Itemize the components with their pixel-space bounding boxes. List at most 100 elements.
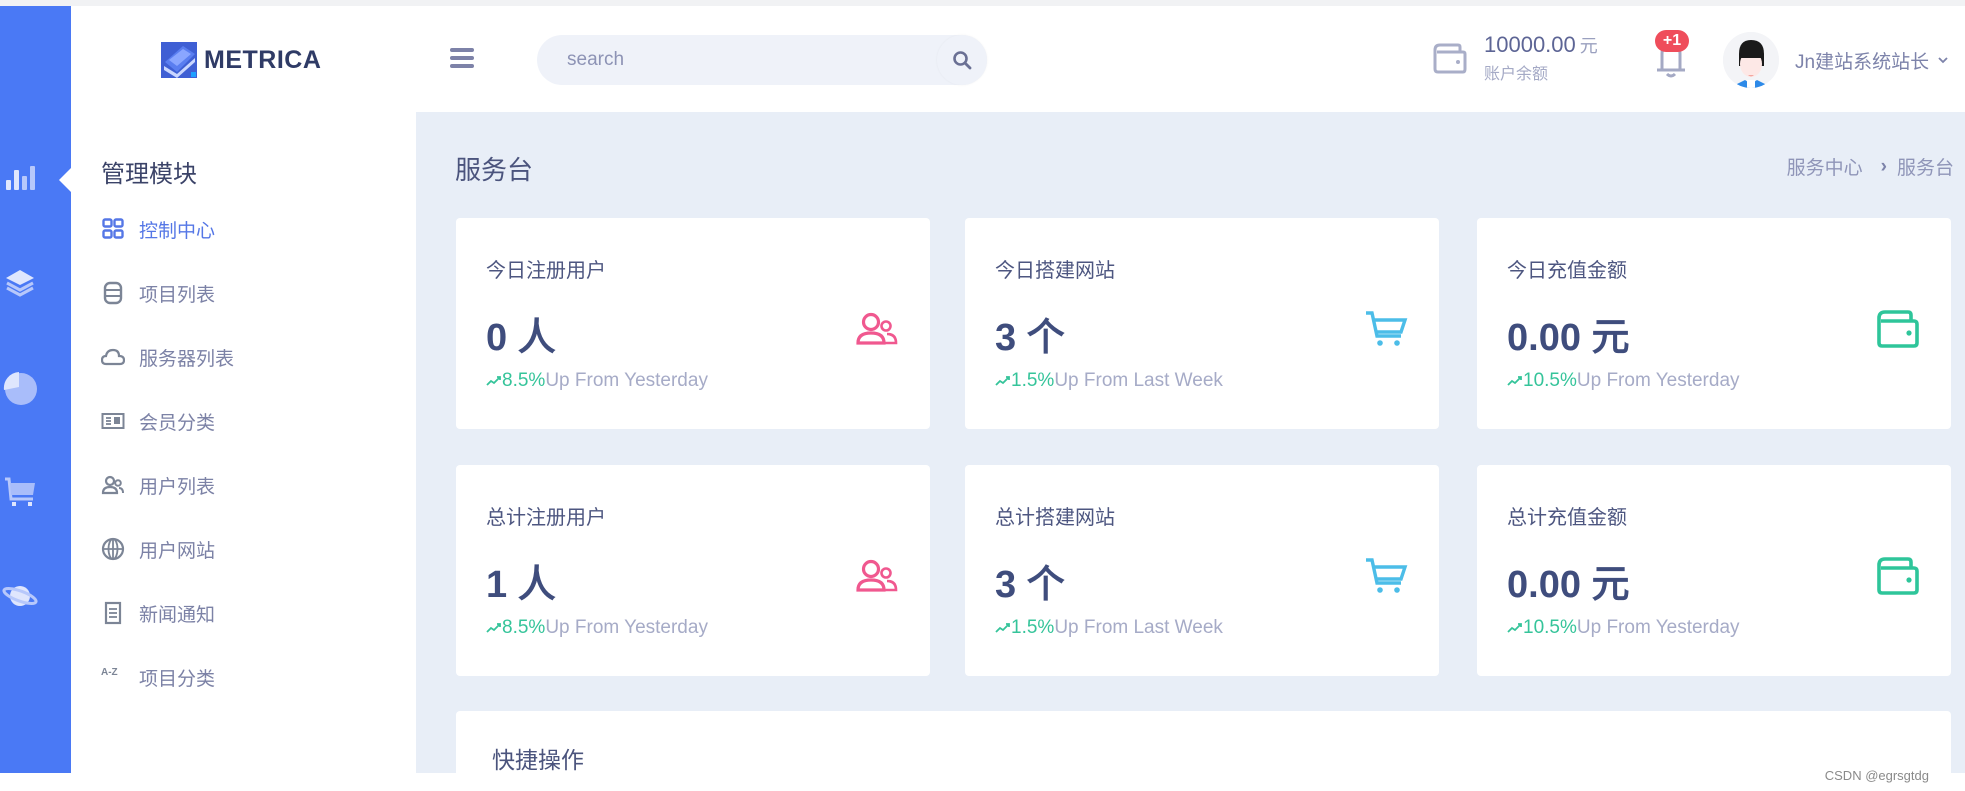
quick-actions-card: 快捷操作 CSDN @egrsgtdg [456,711,1951,791]
logo[interactable]: METRICA [161,42,321,78]
chevron-right-icon: › [1880,155,1887,177]
stat-card-today-recharge: 今日充值金额 0.00 元 10.5% Up From Yesterday [1477,218,1951,429]
search-input[interactable] [567,35,907,85]
id-card-icon [101,409,125,433]
menu-item-project-category[interactable]: A-Z 项目分类 [101,662,215,692]
stat-card-total-users: 总计注册用户 1 人 8.5% Up From Yesterday [456,465,930,676]
layers-icon[interactable] [0,262,40,302]
avatar [1723,32,1779,88]
database-icon [101,281,125,305]
menu-item-member-category[interactable]: 会员分类 [101,406,215,436]
card-title: 总计搭建网站 [995,507,1115,529]
document-icon [101,601,125,625]
laptop-logo-icon [161,42,197,78]
trend-percent: 8.5% [502,370,546,391]
watermark: CSDN @egrsgtdg [1824,768,1929,783]
search-bar [537,35,987,85]
card-value: 0.00 元 [1507,564,1630,606]
notification-badge: +1 [1655,30,1689,52]
module-menu: 管理模块 控制中心 项目列表 服务器列表 会员分类 用户列表 用户网站 新闻通知… [71,112,416,773]
svg-text:A-Z: A-Z [101,667,118,678]
menu-item-label: 服务器列表 [139,348,235,370]
wallet-icon [1433,43,1467,74]
stat-card-today-users: 今日注册用户 0 人 8.5% Up From Yesterday [456,218,930,429]
balance-amount: 10000.00 [1484,32,1576,57]
card-trend: 8.5% Up From Yesterday [486,370,708,392]
balance-unit: 元 [1579,36,1598,56]
trend-percent: 8.5% [502,617,546,638]
stat-card-total-recharge: 总计充值金额 0.00 元 10.5% Up From Yesterday [1477,465,1951,676]
card-title: 总计注册用户 [486,507,606,529]
card-value: 3 个 [995,317,1065,359]
card-value: 3 个 [995,564,1065,606]
menu-item-label: 新闻通知 [139,604,216,626]
cart-icon[interactable] [0,472,40,512]
account-balance[interactable]: 10000.00 元 账户余额 [1432,32,1598,84]
menu-item-project-list[interactable]: 项目列表 [101,278,215,308]
card-trend: 1.5% Up From Last Week [995,370,1223,392]
breadcrumb: 服务中心 › 服务台 [1787,153,1954,180]
trend-up-icon [1507,376,1522,386]
breadcrumb-current: 服务台 [1896,158,1954,179]
trend-up-icon [486,376,501,386]
card-title: 今日搭建网站 [995,260,1115,282]
user-menu[interactable]: Jn建站系统站长 [1723,32,1949,88]
notifications-button[interactable]: +1 [1651,30,1691,80]
brand-name: METRICA [204,45,322,74]
main-content: 服务台 服务中心 › 服务台 今日注册用户 0 人 8.5% Up From Ye… [416,112,1965,791]
balance-label: 账户余额 [1484,66,1549,83]
quick-actions-title: 快捷操作 [492,747,584,773]
card-title: 总计充值金额 [1507,507,1627,529]
trend-text: Up From Yesterday [1576,617,1740,638]
planet-icon[interactable] [0,576,40,616]
card-trend: 8.5% Up From Yesterday [486,617,708,639]
menu-item-news[interactable]: 新闻通知 [101,598,215,628]
card-trend: 10.5% Up From Yesterday [1507,617,1740,639]
menu-item-label: 项目列表 [139,284,216,306]
menu-item-user-list[interactable]: 用户列表 [101,470,215,500]
card-title: 今日注册用户 [486,260,606,282]
trend-percent: 1.5% [1011,617,1055,638]
trend-up-icon [995,376,1010,386]
stat-card-today-websites: 今日搭建网站 3 个 1.5% Up From Last Week [965,218,1439,429]
trend-percent: 10.5% [1523,370,1577,391]
menu-item-user-websites[interactable]: 用户网站 [101,534,215,564]
card-title: 今日充值金额 [1507,260,1627,282]
menu-item-label: 控制中心 [139,220,216,242]
search-button[interactable] [937,35,987,85]
stat-card-total-websites: 总计搭建网站 3 个 1.5% Up From Last Week [965,465,1439,676]
card-trend: 10.5% Up From Yesterday [1507,370,1740,392]
card-value: 0 人 [486,317,556,359]
globe-icon [101,537,125,561]
trend-up-icon [995,623,1010,633]
trend-text: Up From Last Week [1054,370,1223,391]
menu-item-server-list[interactable]: 服务器列表 [101,342,234,372]
users-icon [854,306,900,352]
menu-item-label: 用户网站 [139,540,216,562]
pie-chart-icon[interactable] [0,368,40,408]
grid-icon [101,217,125,241]
trend-up-icon [486,623,501,633]
menu-item-label: 会员分类 [139,412,216,434]
page-title: 服务台 [455,155,534,185]
users-icon [854,553,900,599]
bar-chart-icon[interactable] [0,156,40,196]
cloud-icon [101,345,125,369]
menu-item-dashboard[interactable]: 控制中心 [101,214,215,244]
a-z-sort-icon: A-Z [101,665,125,689]
trend-text: Up From Yesterday [545,617,708,638]
menu-toggle-icon[interactable] [450,48,474,68]
wallet-icon [1875,306,1921,352]
breadcrumb-service-center[interactable]: 服务中心 [1787,153,1863,180]
wallet-icon [1875,553,1921,599]
search-icon [953,51,972,70]
users-icon [101,473,125,497]
trend-percent: 10.5% [1523,617,1577,638]
menu-title: 管理模块 [101,161,197,188]
trend-up-icon [1507,623,1522,633]
card-value: 0.00 元 [1507,317,1630,359]
menu-item-label: 用户列表 [139,476,216,498]
card-value: 1 人 [486,564,556,606]
trend-text: Up From Yesterday [1576,370,1740,391]
card-trend: 1.5% Up From Last Week [995,617,1223,639]
